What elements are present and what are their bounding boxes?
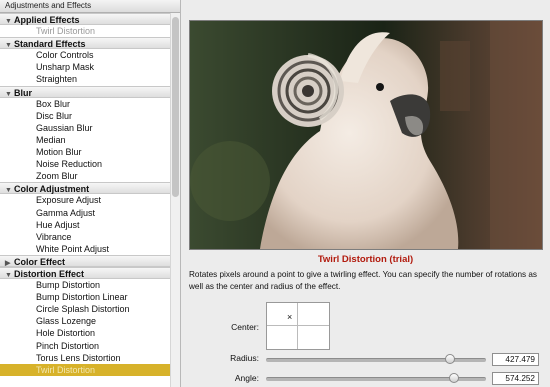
effect-item[interactable]: Noise Reduction	[0, 158, 170, 170]
effect-label: Hole Distortion	[36, 328, 96, 339]
effect-label: Median	[36, 134, 66, 145]
effect-item[interactable]: Unsharp Mask	[0, 61, 170, 73]
effect-item[interactable]: Circle Splash Distortion	[0, 303, 170, 315]
center-picker-horizontal-line	[267, 325, 329, 326]
effect-item[interactable]: Glass Lozenge	[0, 315, 170, 327]
disclosure-open-icon[interactable]: ▼	[5, 185, 14, 197]
angle-field[interactable]: 574.252	[492, 372, 539, 385]
effect-label: Vibrance	[36, 231, 72, 242]
effect-label: Exposure Adjust	[36, 195, 102, 206]
effect-item[interactable]: Hole Distortion	[0, 327, 170, 339]
effect-item[interactable]: Box Blur	[0, 98, 170, 110]
effects-list: ▼ Applied Effects Twirl Distortion ▼ Standar…	[0, 13, 170, 387]
effect-label: Zoom Blur	[36, 171, 78, 182]
center-marker[interactable]: ×	[287, 312, 292, 322]
effect-group-header[interactable]: ▼ Distortion Effect	[0, 266, 170, 282]
effect-group-header[interactable]: ▶ Color Effect	[0, 254, 170, 267]
effect-label: Applied Effects	[14, 15, 80, 25]
effect-item[interactable]: Gamma Adjust	[0, 207, 170, 219]
radius-slider-knob[interactable]	[444, 354, 455, 364]
sidebar-title: Adjustments and Effects	[0, 0, 180, 13]
effect-label: Twirl Distortion	[36, 26, 96, 37]
effect-label: Pinch Distortion	[36, 340, 100, 351]
effect-label: Unsharp Mask	[36, 62, 95, 73]
effect-item-selected[interactable]: Twirl Distortion	[0, 363, 170, 376]
scrollbar-thumb[interactable]	[172, 17, 179, 197]
effect-item[interactable]: Torus Lens Distortion	[0, 352, 170, 364]
effect-description: Rotates pixels around a point to give a …	[189, 270, 538, 291]
effect-label: White Point Adjust	[36, 243, 110, 254]
effect-label: Color Controls	[36, 50, 94, 61]
disclosure-open-icon[interactable]: ▼	[5, 270, 14, 282]
main-panel: Twirl Distortion (trial) Rotates pixels …	[181, 0, 550, 387]
effect-group-header[interactable]: ▼ Applied Effects	[0, 13, 170, 28]
disclosure-open-icon[interactable]: ▼	[5, 89, 14, 101]
radius-slider[interactable]	[266, 354, 486, 364]
angle-slider-knob[interactable]	[448, 373, 459, 383]
effect-item[interactable]: Vibrance	[0, 231, 170, 243]
effect-group-header[interactable]: ▼ Standard Effects	[0, 37, 170, 52]
effect-label: Bump Distortion Linear	[36, 292, 128, 303]
radius-field[interactable]: 427.479	[492, 353, 539, 366]
effect-item[interactable]: Bump Distortion Linear	[0, 291, 170, 303]
effect-group-header[interactable]: ▼ Blur	[0, 85, 170, 101]
effect-label: Gamma Adjust	[36, 207, 96, 218]
effect-label: Box Blur	[36, 98, 71, 109]
cockatoo-photo	[190, 21, 542, 249]
effect-item[interactable]: Color Controls	[0, 49, 170, 61]
effect-item[interactable]: Straighten	[0, 73, 170, 85]
effect-item[interactable]: Zoom Blur	[0, 170, 170, 182]
effect-item[interactable]: Pinch Distortion	[0, 340, 170, 352]
effect-caption: Twirl Distortion (trial)	[317, 254, 414, 265]
effect-label: Distortion Effect	[14, 268, 85, 279]
radius-label: Radius:	[230, 353, 259, 363]
effect-label: Color Adjustment	[14, 184, 90, 195]
angle-slider[interactable]	[266, 373, 486, 383]
effect-item[interactable]: Disc Blur	[0, 110, 170, 122]
effect-label: Disc Blur	[36, 110, 73, 121]
effect-label: Standard Effects	[14, 39, 86, 50]
sidebar-scrollbar[interactable]	[170, 13, 180, 387]
effect-label: Torus Lens Distortion	[36, 352, 121, 363]
effect-label: Glass Lozenge	[36, 316, 97, 327]
effect-label: Hue Adjust	[36, 219, 80, 230]
angle-label: Angle:	[234, 373, 259, 383]
effect-label: Bump Distortion	[36, 280, 101, 291]
disclosure-open-icon[interactable]: ▼	[5, 16, 14, 28]
effect-label: Motion Blur	[36, 147, 82, 158]
effect-item[interactable]: Twirl Distortion	[0, 25, 170, 37]
center-picker[interactable]: ×	[266, 302, 330, 350]
effect-item[interactable]: White Point Adjust	[0, 243, 170, 255]
effects-sidebar: Adjustments and Effects ▼ Applied Effects…	[0, 0, 181, 387]
effect-label: Color Effect	[14, 256, 66, 267]
effect-label: Circle Splash Distortion	[36, 304, 130, 315]
effect-item[interactable]: Bump Distortion	[0, 279, 170, 291]
center-picker-vertical-line	[297, 303, 298, 349]
preview-image	[189, 20, 543, 250]
effect-item[interactable]: Hue Adjust	[0, 219, 170, 231]
effect-label: Blur	[14, 87, 32, 98]
effect-label: Gaussian Blur	[36, 122, 93, 133]
effect-group-header[interactable]: ▼ Color Adjustment	[0, 182, 170, 197]
effect-item[interactable]: Median	[0, 134, 170, 146]
effect-label: Straighten	[36, 74, 78, 85]
effect-label: Twirl Distortion	[36, 364, 96, 375]
effect-item[interactable]: Exposure Adjust	[0, 194, 170, 206]
disclosure-open-icon[interactable]: ▼	[5, 40, 14, 52]
effect-item[interactable]: Motion Blur	[0, 146, 170, 158]
effect-item[interactable]: Gaussian Blur	[0, 122, 170, 134]
center-label: Center:	[231, 322, 259, 332]
effect-label: Noise Reduction	[36, 159, 103, 170]
